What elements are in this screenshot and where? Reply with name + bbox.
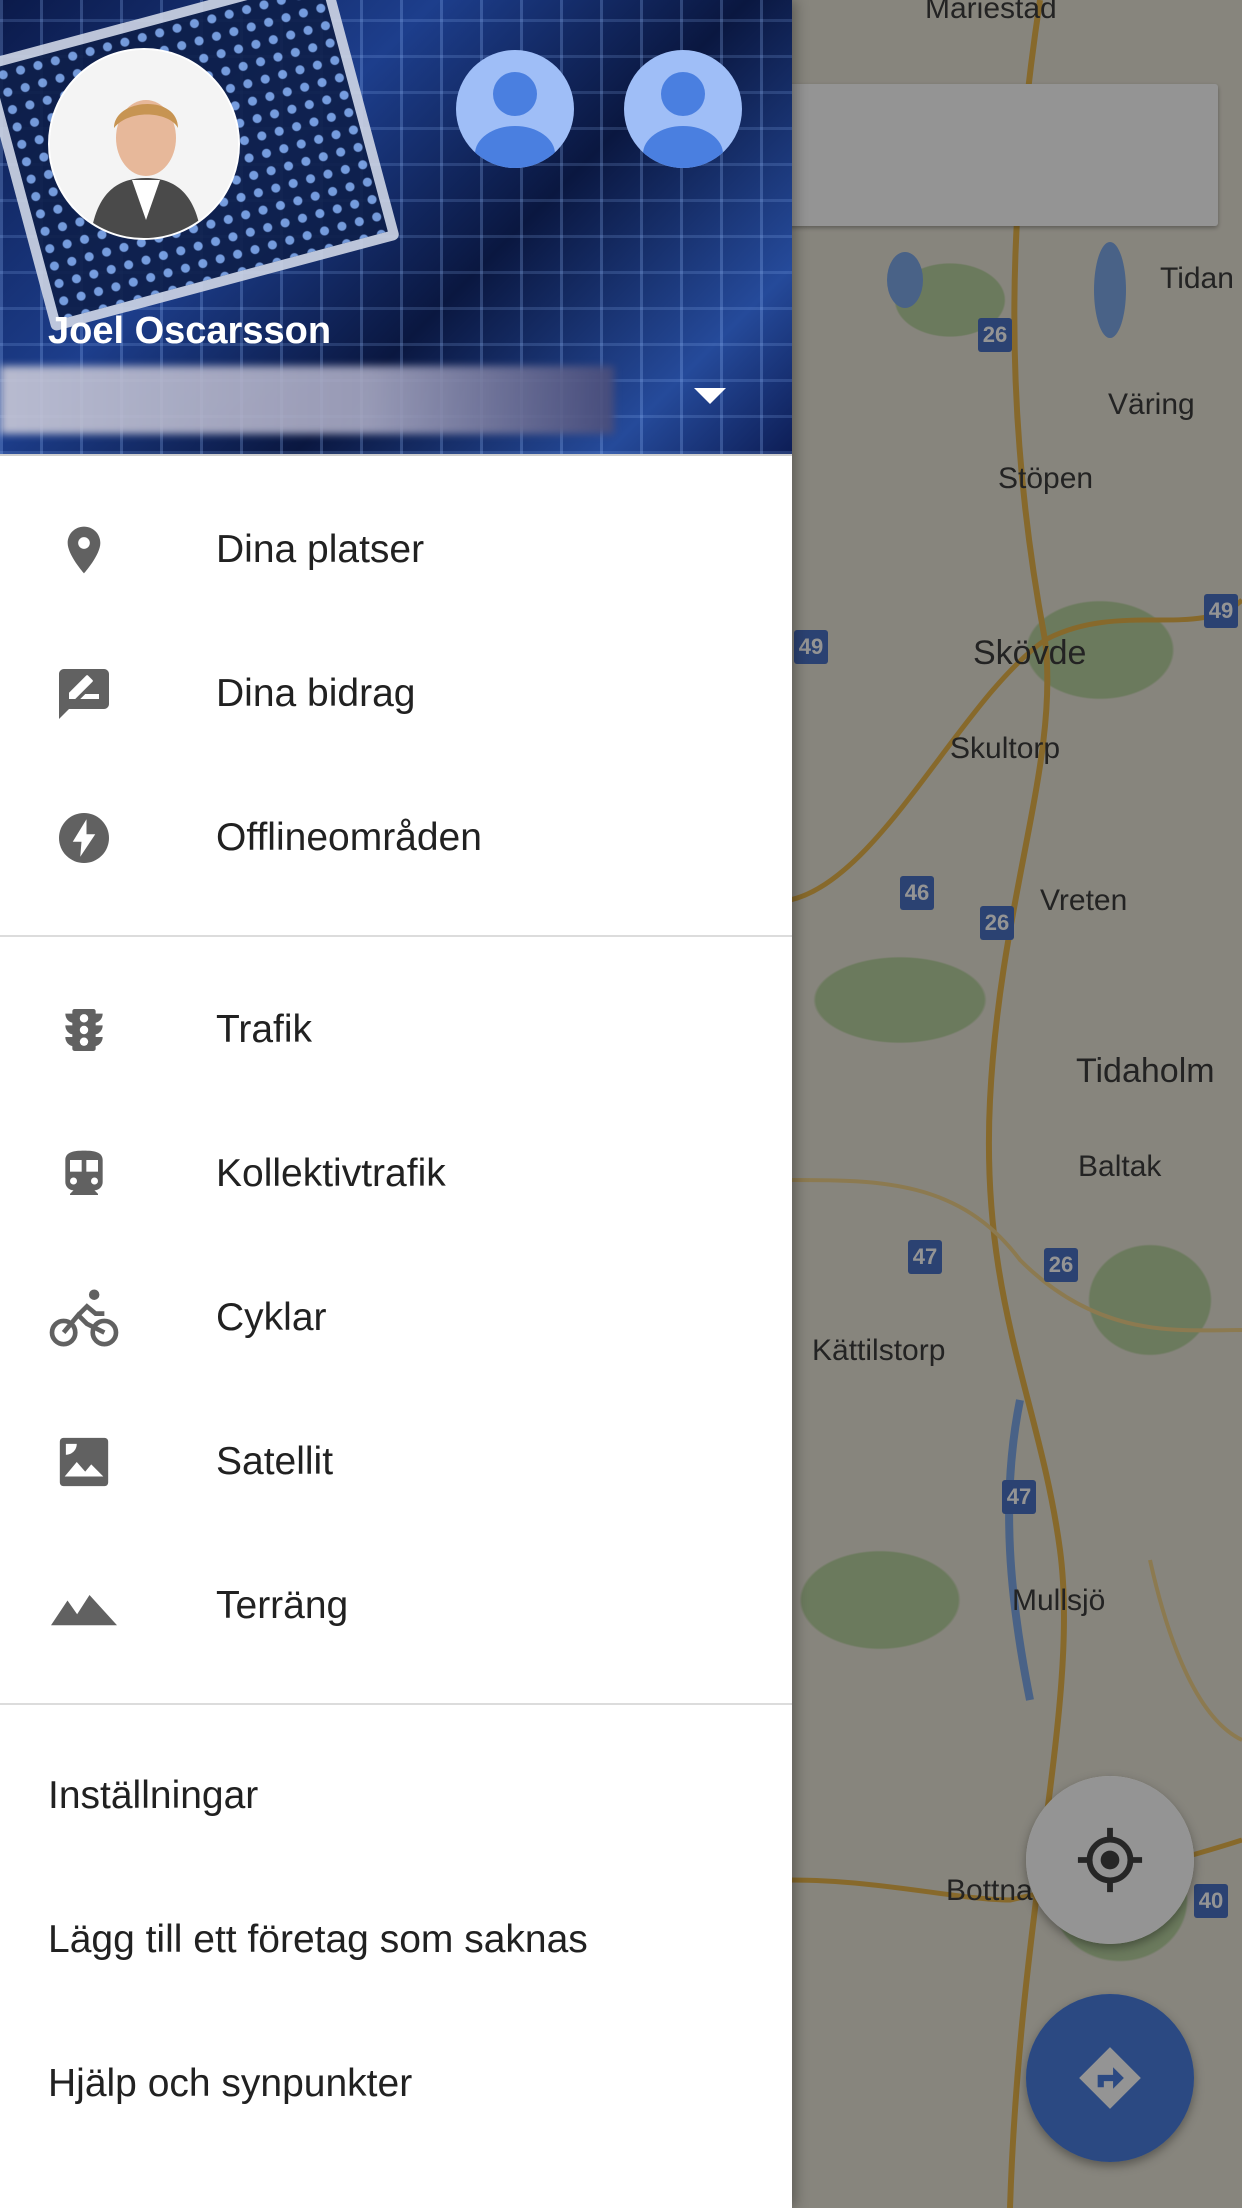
drawer-header: Joel Oscarsson [0, 0, 792, 456]
account-email-redacted [0, 366, 614, 434]
menu-item-your-places[interactable]: Dina platser [0, 478, 792, 622]
terrain-icon [48, 1570, 120, 1642]
account-icon [643, 72, 723, 168]
menu-item-settings[interactable]: Inställningar [48, 1774, 258, 1818]
menu-item-label: Cyklar [216, 1296, 327, 1339]
user-name: Joel Oscarsson [48, 310, 332, 352]
menu-item-terrain[interactable]: Terräng [0, 1534, 792, 1678]
menu-item-label: Terräng [216, 1584, 349, 1627]
my-location-button[interactable] [1026, 1776, 1194, 1944]
divider [0, 935, 792, 937]
menu-item-label: Trafik [216, 1008, 313, 1051]
fab-scrim [1026, 1994, 1194, 2162]
train-icon [48, 1138, 120, 1210]
menu-item-label: Dina platser [216, 528, 425, 571]
menu-item-offline-areas[interactable]: Offlineområden [0, 766, 792, 910]
menu-item-transit[interactable]: Kollektivtrafik [0, 1102, 792, 1246]
menu-item-traffic[interactable]: Trafik [0, 958, 792, 1102]
menu-item-label: Kollektivtrafik [216, 1152, 446, 1195]
bicycle-icon [48, 1282, 120, 1354]
satellite-icon [48, 1426, 120, 1498]
fab-scrim [1026, 1776, 1194, 1944]
rate-review-icon [48, 658, 120, 730]
menu-item-label: Offlineområden [216, 816, 482, 859]
menu-item-bicycling[interactable]: Cyklar [0, 1246, 792, 1390]
menu-item-contributions[interactable]: Dina bidrag [0, 622, 792, 766]
place-pin-icon [48, 514, 120, 586]
switch-account-avatar[interactable] [624, 50, 742, 168]
traffic-light-icon [48, 994, 120, 1066]
dropdown-arrow-icon[interactable] [690, 380, 730, 410]
menu-item-help-feedback[interactable]: Hjälp och synpunkter [48, 2062, 412, 2106]
menu-item-add-missing-business[interactable]: Lägg till ett företag som saknas [48, 1918, 588, 1962]
menu-item-satellite[interactable]: Satellit [0, 1390, 792, 1534]
menu-item-label: Dina bidrag [216, 672, 416, 715]
profile-photo [50, 50, 238, 238]
divider [0, 1703, 792, 1705]
account-icon [475, 72, 555, 168]
switch-account-avatar[interactable] [456, 50, 574, 168]
navigation-drawer: Joel Oscarsson Dina platser Dina bidrag … [0, 0, 792, 2208]
offline-bolt-icon [48, 802, 120, 874]
avatar[interactable] [48, 48, 240, 240]
directions-button[interactable] [1026, 1994, 1194, 2162]
menu-item-label: Satellit [216, 1440, 334, 1483]
